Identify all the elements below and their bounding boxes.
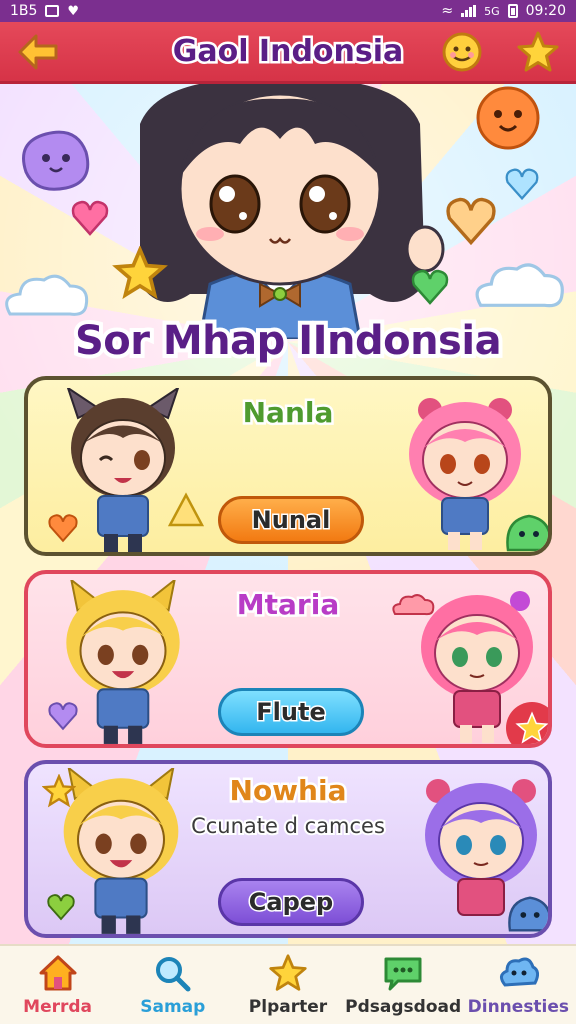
star-icon: [515, 711, 548, 744]
cheese-decoration: [167, 492, 205, 527]
purple-slime-decoration: [22, 130, 90, 191]
green-heart-decoration: [411, 269, 449, 305]
nav-item-chat[interactable]: Pdsagsdoad: [345, 953, 462, 1017]
star-icon: [517, 31, 559, 71]
chat-icon: [384, 957, 422, 991]
favorite-star-badge[interactable]: [506, 702, 548, 744]
blue-slime-decoration: [508, 896, 548, 932]
purple-heart-decoration: [48, 702, 78, 731]
card-action-button[interactable]: Flute: [218, 688, 364, 736]
wifi-icon: ≈: [441, 3, 454, 19]
nav-label: Pdsagsdoad: [345, 997, 462, 1017]
cloud-decoration-right: [475, 263, 564, 308]
nav-item-search[interactable]: Samap: [115, 953, 230, 1017]
back-button[interactable]: [14, 28, 62, 76]
character-card-2[interactable]: Mtaria Flute: [24, 570, 552, 748]
network-label: 5G: [484, 4, 500, 18]
waffle-heart-decoration: [446, 197, 496, 246]
character-card-1[interactable]: Nanla Nunal: [24, 376, 552, 556]
page-title: Gaol Indonsia: [170, 32, 406, 72]
star-decoration: [42, 774, 76, 808]
emoji-button[interactable]: [438, 28, 486, 76]
pink-cloud-decoration: [392, 594, 435, 616]
search-icon: [155, 957, 191, 992]
cloud-decoration-left: [5, 274, 89, 316]
status-bar: 1B5 ♥ ≈ 5G 09:20: [0, 0, 576, 22]
home-icon: [39, 955, 77, 991]
nav-item-home[interactable]: Merrda: [0, 953, 115, 1017]
shield-icon: ♥: [67, 3, 80, 19]
smiley-icon: [442, 32, 482, 71]
orange-heart-decoration: [48, 514, 78, 543]
back-arrow-icon: [18, 34, 58, 69]
orange-blob-decoration: [476, 86, 540, 150]
nav-item-cloud[interactable]: Dinnesties: [461, 953, 576, 1017]
status-clock-left: 1B5: [10, 3, 38, 19]
green-slime-decoration: [506, 514, 548, 552]
nav-label: Plparter: [248, 997, 328, 1017]
card-action-button[interactable]: Nunal: [218, 496, 364, 544]
nav-label: Merrda: [23, 997, 93, 1017]
cloud-icon: [500, 957, 540, 987]
status-time: 09:20: [525, 3, 566, 19]
card-action-button[interactable]: Capep: [218, 878, 364, 926]
section-title: Sor Mhap IIndonsia: [71, 314, 506, 368]
favorite-button[interactable]: [514, 28, 562, 76]
star-decoration: [112, 246, 168, 300]
nav-label: Dinnesties: [467, 997, 570, 1017]
green-heart-decoration: [47, 894, 75, 921]
star-icon: [269, 954, 307, 991]
hero-character: [140, 84, 445, 339]
nav-label: Samap: [140, 997, 206, 1017]
pink-heart-decoration: [71, 200, 109, 236]
battery-icon: [507, 4, 518, 18]
bottom-navigation: Merrda Samap Plparter Pdsagsdoad Dinnest…: [0, 944, 576, 1024]
blue-heart-decoration: [505, 168, 539, 201]
notification-icon: [45, 5, 60, 17]
header-bar: Gaol Indonsia: [0, 22, 576, 84]
character-card-3[interactable]: Nowhia Ccunate d camces Capep: [24, 760, 552, 938]
nav-item-star[interactable]: Plparter: [230, 953, 345, 1017]
signal-icon: [461, 5, 477, 17]
